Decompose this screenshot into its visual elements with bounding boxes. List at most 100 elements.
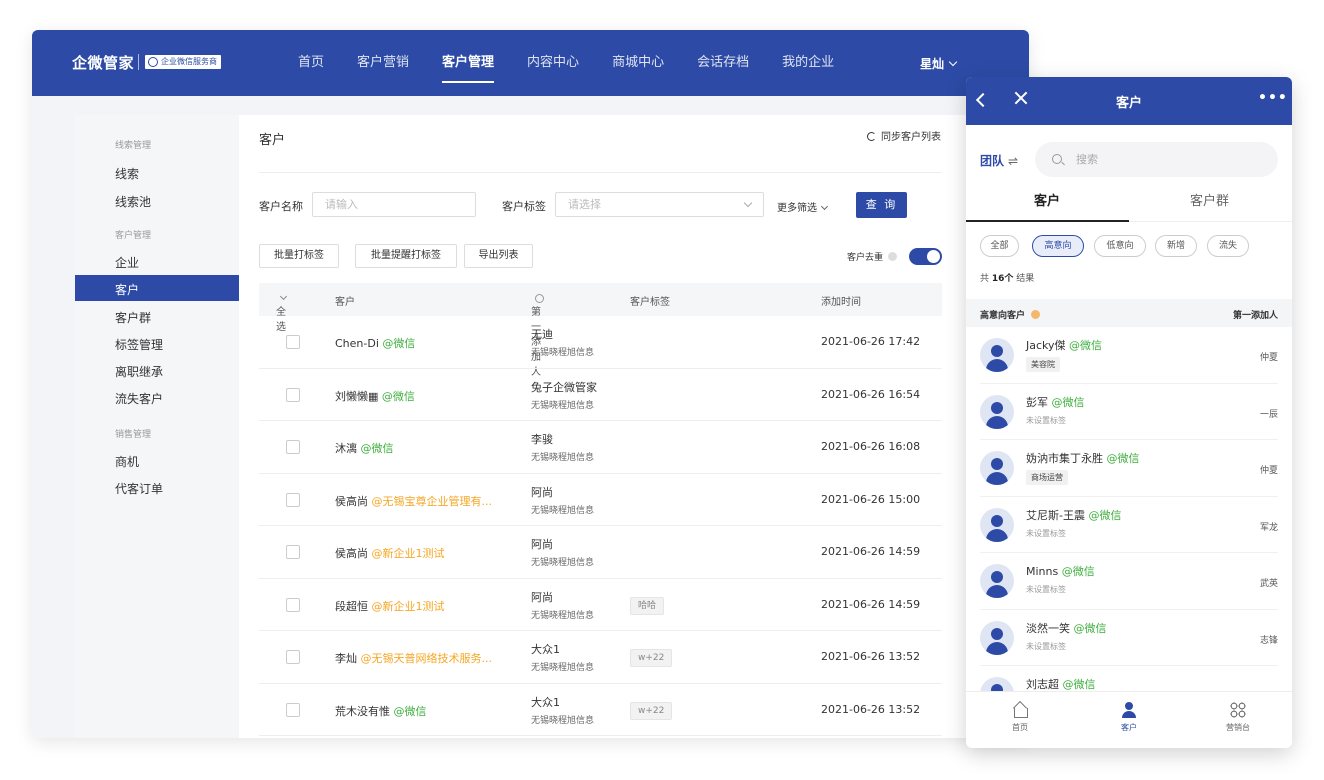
table-row[interactable]: 沐漓 @微信 李骏 无锡晓程旭信息 2021-06-26 16:08 — [259, 421, 942, 474]
nav-marketing[interactable]: 客户营销 — [357, 30, 409, 96]
list-item[interactable]: 妫汭市集丁永胜 @微信 商场运营 仲夏 — [966, 440, 1292, 497]
first-adder: 阿尚 — [531, 538, 553, 551]
brand-logo: 企微管家 — [72, 54, 135, 72]
first-adder: 兔子企微管家 — [531, 380, 597, 394]
customer-name[interactable]: 侯高尚 @新企业1测试 — [335, 545, 445, 561]
export-list-button[interactable]: 导出列表 — [464, 244, 533, 268]
customer-tag: w+22 — [630, 649, 673, 667]
more-icon[interactable]: ••• — [1258, 90, 1288, 106]
adder-org: 无锡晓程旭信息 — [531, 505, 595, 516]
customer-name[interactable]: 沐漓 @微信 — [335, 440, 394, 456]
row-checkbox[interactable] — [286, 387, 300, 402]
batch-remind-tag-button[interactable]: 批量提醒打标签 — [355, 244, 457, 268]
sidebar-item-customers[interactable]: 客户 — [75, 275, 239, 301]
customer-name[interactable]: 刘懒懒▦ @微信 — [335, 388, 415, 404]
chip-lost[interactable]: 流失 — [1207, 235, 1249, 257]
sidebar-item-proxy-orders[interactable]: 代客订单 — [115, 480, 163, 497]
customer-name-text: 荒木没有惟 — [335, 704, 390, 718]
list-item[interactable]: 艾尼斯-王震 @微信 未设置标签 军龙 — [966, 497, 1292, 554]
batch-tag-button[interactable]: 批量打标签 — [259, 244, 339, 268]
select-all[interactable]: 全选 — [276, 292, 288, 333]
table-row[interactable]: 侯高尚 @新企业1测试 阿尚 无锡晓程旭信息 2021-06-26 14:59 — [259, 526, 942, 579]
mobile-search-input[interactable]: 搜索 — [1035, 142, 1278, 177]
team-switch[interactable]: 团队 ⇌ — [980, 152, 1018, 169]
tab-customers[interactable]: 客户 — [1034, 190, 1060, 209]
customer-name[interactable]: Chen-Di @微信 — [335, 335, 415, 351]
chip-high-intent[interactable]: 高意向 — [1032, 235, 1084, 257]
list-item[interactable]: 刘志超 @微信 — [966, 666, 1292, 691]
list-item[interactable]: Minns @微信 未设置标签 武英 — [966, 553, 1292, 610]
table-row[interactable]: 李灿 @无锡天普网络技术服务... 大众1 无锡晓程旭信息 w+22 2021-06-2… — [259, 631, 942, 684]
dedup-toggle[interactable] — [909, 248, 942, 265]
query-button[interactable]: 查 询 — [856, 192, 907, 218]
customer-name[interactable]: 段超恒 @新企业1测试 — [335, 598, 445, 614]
row-checkbox[interactable] — [286, 702, 300, 717]
table-row[interactable]: 段超恒 @新企业1测试 阿尚 无锡晓程旭信息 哈哈 2021-06-26 14:59 — [259, 579, 942, 631]
nav-customer-management[interactable]: 客户管理 — [442, 30, 495, 96]
customer-source: @无锡宝尊企业管理有... — [371, 494, 493, 508]
sidebar-item-lost-customers[interactable]: 流失客户 — [115, 390, 163, 407]
sidebar-item-lead-pool[interactable]: 线索池 — [115, 193, 151, 210]
user-menu[interactable]: 星灿 — [920, 55, 958, 72]
sidebar-item-leads[interactable]: 线索 — [115, 165, 139, 182]
mobile-header: 客户 ••• — [966, 77, 1292, 125]
page-title: 客户 — [259, 133, 286, 148]
customer-name-text: Chen-Di — [335, 337, 379, 350]
added-time: 2021-06-26 13:52 — [821, 702, 921, 716]
list-item[interactable]: 彭军 @微信 未设置标签 一辰 — [966, 384, 1292, 441]
nav-chat-archive[interactable]: 会话存档 — [697, 30, 749, 96]
sidebar-item-opportunities[interactable]: 商机 — [115, 453, 139, 470]
added-time: 2021-06-26 17:42 — [821, 335, 921, 348]
row-checkbox[interactable] — [286, 597, 300, 612]
search-placeholder: 搜索 — [1076, 153, 1098, 166]
customer-name[interactable]: 荒木没有惟 @微信 — [335, 703, 427, 719]
customer-name[interactable]: 侯高尚 @无锡宝尊企业管理有... — [335, 493, 492, 509]
customer-name-text: 侯高尚 — [335, 547, 368, 560]
chip-low-intent[interactable]: 低意向 — [1094, 235, 1146, 257]
info-icon[interactable] — [1031, 310, 1041, 319]
row-checkbox[interactable] — [286, 650, 300, 664]
sidebar-item-enterprise[interactable]: 企业 — [115, 254, 139, 271]
first-adder: 大众1 — [531, 695, 560, 709]
chip-all[interactable]: 全部 — [980, 235, 1019, 257]
table-row[interactable]: Chen-Di @微信 无迪 无锡晓程旭信息 2021-06-26 17:42 — [259, 316, 942, 369]
first-adder: 阿尚 — [531, 590, 553, 604]
avatar — [980, 338, 1014, 372]
help-icon[interactable] — [535, 294, 544, 303]
count-prefix: 共 — [980, 274, 990, 284]
more-filters-toggle[interactable]: 更多筛选 — [777, 199, 829, 214]
first-adder: 军龙 — [1259, 522, 1278, 533]
list-item[interactable]: 淡然一笑 @微信 未设置标签 志锋 — [966, 610, 1292, 667]
nav-content-center[interactable]: 内容中心 — [527, 30, 579, 96]
customer-name[interactable]: 李灿 @无锡天普网络技术服务... — [335, 650, 492, 666]
customer-name-text: 段超恒 — [335, 599, 368, 613]
table-row[interactable]: 荒木没有惟 @微信 大众1 无锡晓程旭信息 w+22 2021-06-26 13:52 — [259, 684, 942, 736]
row-checkbox[interactable] — [286, 492, 300, 507]
customer-name: 彭军 @微信 — [1026, 394, 1085, 410]
section-header: 高意向客户 第一添加人 — [966, 299, 1292, 327]
info-icon[interactable] — [888, 252, 898, 261]
sidebar-item-tag-management[interactable]: 标签管理 — [115, 336, 163, 353]
footer-tab-marketing[interactable]: 营销台 — [1208, 702, 1268, 733]
adder-org: 无锡晓程旭信息 — [531, 610, 595, 621]
row-checkbox[interactable] — [286, 545, 300, 559]
nav-mall-center[interactable]: 商城中心 — [612, 30, 664, 96]
avatar — [980, 564, 1014, 598]
list-item[interactable]: Jacky傑 @微信 美容院 仲夏 — [966, 327, 1292, 384]
sidebar-item-customer-groups[interactable]: 客户群 — [115, 309, 151, 326]
table-row[interactable]: 侯高尚 @无锡宝尊企业管理有... 阿尚 无锡晓程旭信息 2021-06-26 15:… — [259, 474, 942, 526]
row-checkbox[interactable] — [286, 335, 300, 349]
customer-tag-select[interactable]: 请选择 — [555, 192, 764, 217]
chip-new[interactable]: 新增 — [1155, 235, 1197, 257]
nav-home[interactable]: 首页 — [298, 30, 324, 96]
table-row[interactable]: 刘懒懒▦ @微信 兔子企微管家 无锡晓程旭信息 2021-06-26 16:54 — [259, 369, 942, 421]
nav-my-enterprise[interactable]: 我的企业 — [782, 30, 834, 96]
footer-tab-home[interactable]: 首页 — [990, 702, 1050, 733]
avatar — [980, 620, 1014, 655]
footer-tab-customers[interactable]: 客户 — [1099, 702, 1159, 733]
sidebar-item-resignation-inherit[interactable]: 离职继承 — [115, 363, 163, 380]
sync-customers-button[interactable]: 同步客户列表 — [867, 128, 941, 143]
tab-customer-groups[interactable]: 客户群 — [1190, 190, 1229, 209]
row-checkbox[interactable] — [286, 440, 300, 454]
customer-name-input[interactable]: 请输入 — [312, 192, 476, 217]
